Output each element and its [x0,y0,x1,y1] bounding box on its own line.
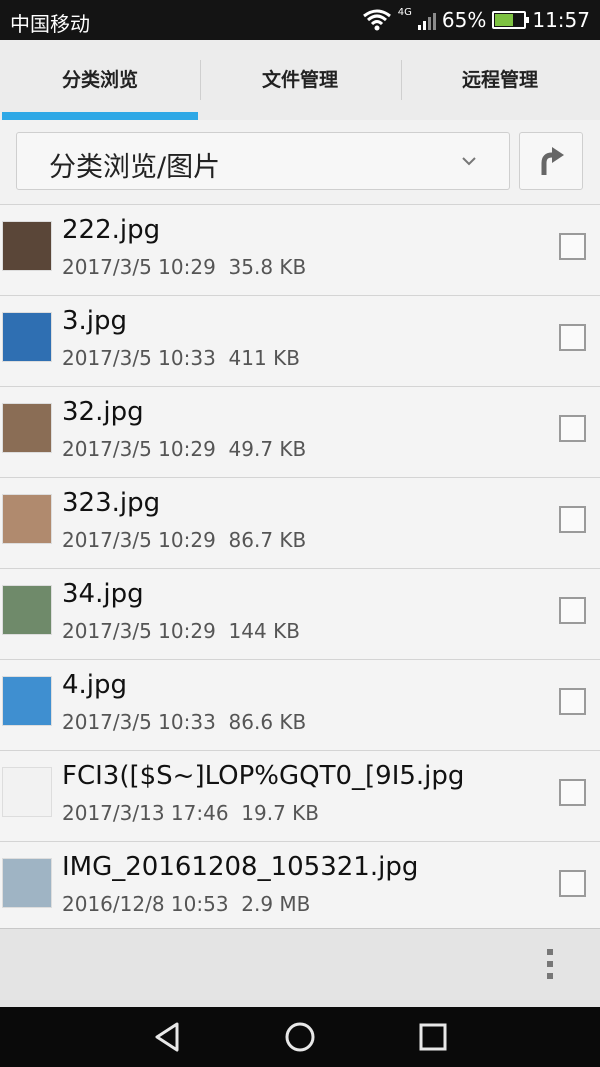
file-meta: 2017/3/5 10:29 35.8 KB [62,255,306,279]
more-vertical-icon[interactable] [545,949,555,989]
file-size: 86.7 KB [228,528,307,552]
file-list: 222.jpg 2017/3/5 10:29 35.8 KB 3.jpg 201… [0,204,600,932]
network-type-label: 4G [397,6,412,18]
file-row[interactable]: IMG_20161208_105321.jpg 2016/12/8 10:53 … [0,841,600,932]
file-row[interactable]: 32.jpg 2017/3/5 10:29 49.7 KB [0,386,600,477]
bottom-action-bar [0,928,600,1008]
select-checkbox[interactable] [559,324,586,351]
recents-icon[interactable] [413,1017,453,1057]
image-thumbnail [2,494,52,544]
signal-icon [417,10,436,30]
select-checkbox[interactable] [559,233,586,260]
file-date: 2017/3/5 10:33 [62,710,216,734]
select-checkbox[interactable] [559,779,586,806]
carrier-label: 中国移动 [10,12,90,36]
image-thumbnail [2,767,52,817]
file-date: 2017/3/5 10:29 [62,619,216,643]
battery-charging-icon [492,11,530,29]
file-name: 4.jpg [62,670,128,700]
select-checkbox[interactable] [559,597,586,624]
file-date: 2017/3/5 10:29 [62,255,216,279]
image-thumbnail [2,312,52,362]
file-meta: 2016/12/8 10:53 2.9 MB [62,892,310,916]
file-size: 144 KB [228,619,300,643]
file-date: 2017/3/5 10:29 [62,528,216,552]
path-dropdown[interactable]: 分类浏览/图片 [16,132,510,190]
arrow-up-icon [541,147,564,175]
file-meta: 2017/3/5 10:29 49.7 KB [62,437,306,461]
go-up-button[interactable] [519,132,583,190]
file-date: 2017/3/13 17:46 [62,801,229,825]
file-meta: 2017/3/5 10:29 144 KB [62,619,300,643]
status-icons: 4G 65% 11:57 [362,6,590,32]
battery-percent-label: 65% [441,8,487,32]
file-meta: 2017/3/13 17:46 19.7 KB [62,801,319,825]
back-icon[interactable] [147,1017,187,1057]
tab-remote-manager[interactable]: 远程管理 [400,40,600,120]
file-size: 49.7 KB [228,437,307,461]
file-name: 323.jpg [62,488,161,518]
image-thumbnail [2,221,52,271]
file-date: 2016/12/8 10:53 [62,892,229,916]
file-name: IMG_20161208_105321.jpg [62,852,419,882]
clock-label: 11:57 [532,8,590,32]
file-name: 34.jpg [62,579,144,609]
file-date: 2017/3/5 10:29 [62,437,216,461]
status-bar: 中国移动 4G 65% 11:57 [0,0,600,40]
current-path: 分类浏览/图片 [49,152,221,183]
tab-file-manager[interactable]: 文件管理 [200,40,400,120]
file-size: 86.6 KB [228,710,307,734]
wifi-icon [362,9,391,31]
image-thumbnail [2,403,52,453]
select-checkbox[interactable] [559,506,586,533]
select-checkbox[interactable] [559,415,586,442]
file-name: FCI3([$S~]LOP%GQT0_[9I5.jpg [62,761,465,791]
select-checkbox[interactable] [559,688,586,715]
file-meta: 2017/3/5 10:33 411 KB [62,346,300,370]
file-meta: 2017/3/5 10:29 86.7 KB [62,528,306,552]
file-row[interactable]: 323.jpg 2017/3/5 10:29 86.7 KB [0,477,600,568]
file-name: 32.jpg [62,397,144,427]
image-thumbnail [2,585,52,635]
file-row[interactable]: 4.jpg 2017/3/5 10:33 86.6 KB [0,659,600,750]
select-checkbox[interactable] [559,870,586,897]
image-thumbnail [2,858,52,908]
file-row[interactable]: FCI3([$S~]LOP%GQT0_[9I5.jpg 2017/3/13 17… [0,750,600,841]
tab-category-browse[interactable]: 分类浏览 [0,40,200,120]
file-name: 222.jpg [62,215,161,245]
file-name: 3.jpg [62,306,128,336]
home-icon[interactable] [280,1017,320,1057]
path-bar: 分类浏览/图片 [0,120,600,204]
file-row[interactable]: 3.jpg 2017/3/5 10:33 411 KB [0,295,600,386]
file-size: 19.7 KB [241,801,319,825]
file-size: 35.8 KB [228,255,307,279]
file-row[interactable]: 34.jpg 2017/3/5 10:29 144 KB [0,568,600,659]
file-size: 2.9 MB [241,892,311,916]
system-nav-bar [0,1007,600,1067]
file-size: 411 KB [228,346,300,370]
image-thumbnail [2,676,52,726]
file-row[interactable]: 222.jpg 2017/3/5 10:29 35.8 KB [0,204,600,295]
file-meta: 2017/3/5 10:33 86.6 KB [62,710,306,734]
tab-bar: 分类浏览 文件管理 远程管理 [0,40,600,121]
file-date: 2017/3/5 10:33 [62,346,216,370]
chevron-down-icon [462,157,476,166]
